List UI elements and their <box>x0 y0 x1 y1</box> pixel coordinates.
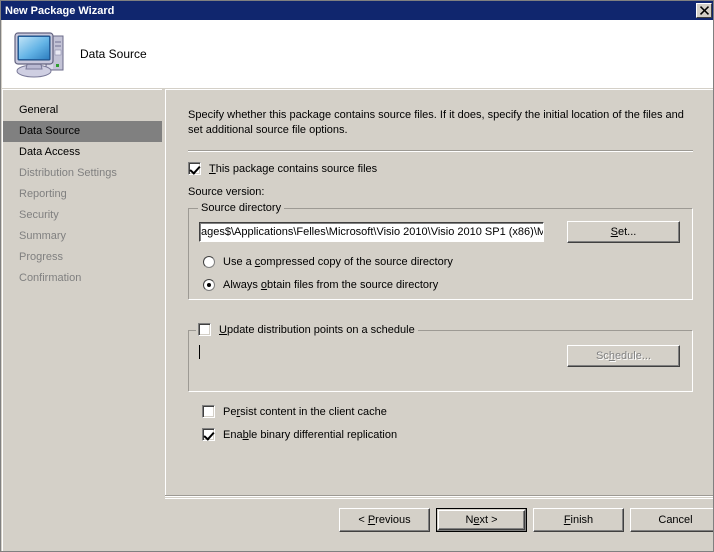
set-button[interactable]: Set... <box>567 221 680 243</box>
close-glyph <box>700 6 709 15</box>
previous-button-label: < Previous <box>358 514 410 526</box>
update-schedule-label: Update distribution points on a schedule <box>219 324 415 336</box>
next-button-label: Next > <box>465 514 497 526</box>
sidebar-item-confirmation: Confirmation <box>3 268 162 289</box>
new-package-wizard-window: New Package Wizard <box>0 0 714 552</box>
radio-always-obtain-files[interactable] <box>203 279 215 291</box>
binary-diff-checkbox[interactable] <box>202 428 215 441</box>
page-title: Data Source <box>80 47 147 61</box>
schedule-list-caret <box>199 345 200 359</box>
schedule-button-label: Schedule... <box>596 350 651 362</box>
update-schedule-legend-row[interactable]: Update distribution points on a schedule <box>196 323 418 336</box>
wizard-content: Specify whether this package contains so… <box>165 89 714 495</box>
binary-diff-label: Enable binary differential replication <box>223 429 397 441</box>
sidebar-item-progress: Progress <box>3 247 162 268</box>
source-directory-path-field[interactable]: ages$\Applications\Felles\Microsoft\Visi… <box>199 222 544 242</box>
sidebar-item-distribution-settings: Distribution Settings <box>3 163 162 184</box>
title-bar: New Package Wizard <box>1 1 714 20</box>
update-schedule-groupbox: Update distribution points on a schedule… <box>188 330 693 392</box>
wizard-sidebar: General Data Source Data Access Distribu… <box>2 89 162 551</box>
page-description: Specify whether this package contains so… <box>188 108 693 138</box>
cancel-button-label: Cancel <box>658 514 692 526</box>
radio-use-compressed-copy-row[interactable]: Use a compressed copy of the source dire… <box>203 256 453 268</box>
description-divider <box>188 150 693 152</box>
finish-button-label: Finish <box>564 514 593 526</box>
contains-source-files-checkbox-row[interactable]: This package contains source files <box>188 162 377 175</box>
sidebar-item-data-source[interactable]: Data Source <box>3 121 162 142</box>
sidebar-item-security: Security <box>3 205 162 226</box>
computer-icon <box>12 26 72 82</box>
window-title: New Package Wizard <box>5 5 114 17</box>
radio-use-compressed-copy-label: Use a compressed copy of the source dire… <box>223 256 453 268</box>
cancel-button[interactable]: Cancel <box>630 508 714 532</box>
finish-button[interactable]: Finish <box>533 508 624 532</box>
sidebar-item-general[interactable]: General <box>3 100 162 121</box>
radio-always-obtain-files-row[interactable]: Always obtain files from the source dire… <box>203 279 438 291</box>
radio-use-compressed-copy[interactable] <box>203 256 215 268</box>
sidebar-item-reporting: Reporting <box>3 184 162 205</box>
contains-source-files-checkbox[interactable] <box>188 162 201 175</box>
schedule-button: Schedule... <box>567 345 680 367</box>
binary-diff-checkbox-row[interactable]: Enable binary differential replication <box>202 428 397 441</box>
contains-source-files-label: This package contains source files <box>209 163 377 175</box>
update-schedule-checkbox[interactable] <box>198 323 211 336</box>
persist-cache-checkbox-row[interactable]: Persist content in the client cache <box>202 405 387 418</box>
sidebar-item-data-access[interactable]: Data Access <box>3 142 162 163</box>
wizard-footer: < Previous Next > Finish Cancel <box>165 498 714 551</box>
source-version-label: Source version: <box>188 186 264 198</box>
source-directory-legend: Source directory <box>198 202 284 214</box>
footer-divider <box>165 495 714 497</box>
close-icon[interactable] <box>696 3 712 18</box>
persist-cache-label: Persist content in the client cache <box>223 406 387 418</box>
wizard-header: Data Source <box>2 20 714 88</box>
set-button-label: Set... <box>611 226 637 238</box>
sidebar-item-summary: Summary <box>3 226 162 247</box>
persist-cache-checkbox[interactable] <box>202 405 215 418</box>
next-button[interactable]: Next > <box>436 508 527 532</box>
previous-button[interactable]: < Previous <box>339 508 430 532</box>
radio-always-obtain-files-label: Always obtain files from the source dire… <box>223 279 438 291</box>
source-directory-groupbox: Source directory ages$\Applications\Fell… <box>188 208 693 300</box>
